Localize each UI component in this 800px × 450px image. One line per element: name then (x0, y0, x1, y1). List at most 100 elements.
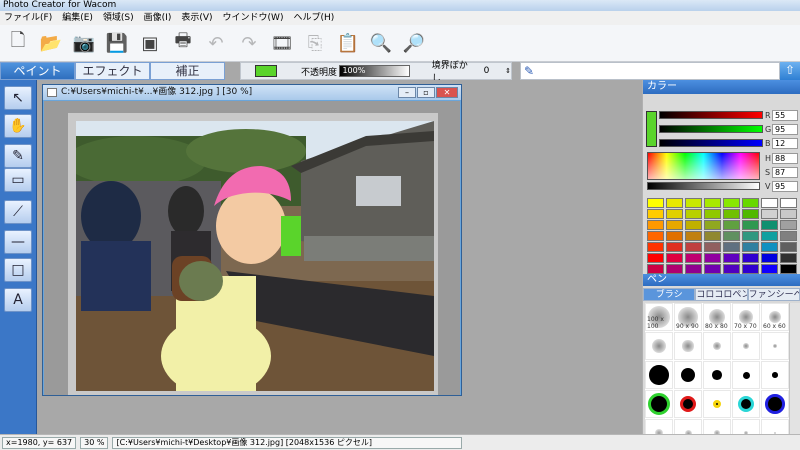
palette-color[interactable] (761, 253, 778, 263)
blue-slider[interactable] (659, 139, 763, 147)
palette-color[interactable] (742, 198, 759, 208)
tab-effect[interactable]: エフェクト (75, 62, 150, 80)
palette-color[interactable] (780, 231, 797, 241)
film-icon[interactable]: 🎞 (270, 31, 294, 55)
palette-color[interactable] (666, 264, 683, 274)
green-slider[interactable] (659, 125, 763, 133)
palette-color[interactable] (742, 264, 759, 274)
palette-color[interactable] (647, 209, 664, 219)
brush-preset[interactable] (703, 390, 731, 418)
palette-color[interactable] (704, 242, 721, 252)
value-value[interactable]: 95 (772, 181, 798, 192)
palette-color[interactable] (780, 209, 797, 219)
opacity-slider[interactable]: 100% (339, 65, 410, 77)
palette-color[interactable] (647, 198, 664, 208)
zoom-out-icon[interactable]: 🔎 (402, 31, 426, 55)
brush-preset[interactable]: 100 x 100 (645, 303, 673, 331)
palette-color[interactable] (647, 231, 664, 241)
menu-window[interactable]: ウインドウ(W) (223, 11, 284, 25)
tab-korokoro-pen[interactable]: コロコロペン (695, 288, 748, 301)
brush-preset[interactable] (761, 361, 789, 389)
palette-color[interactable] (761, 198, 778, 208)
palette-color[interactable] (685, 198, 702, 208)
brush-preset[interactable] (645, 332, 673, 360)
palette-color[interactable] (685, 220, 702, 230)
zoom-in-icon[interactable]: 🔍 (369, 31, 393, 55)
photo-canvas[interactable] (76, 121, 434, 391)
tab-correction[interactable]: 補正 (150, 62, 225, 80)
current-color-swatch[interactable] (255, 65, 277, 77)
brush-preset[interactable] (645, 390, 673, 418)
blur-value[interactable]: 0 (484, 66, 505, 76)
palette-color[interactable] (666, 231, 683, 241)
brush-preset[interactable] (761, 390, 789, 418)
brush-preset[interactable] (732, 332, 760, 360)
camera-icon[interactable]: 📷 (72, 31, 96, 55)
redo-icon[interactable]: ↷ (237, 31, 261, 55)
palette-color[interactable] (704, 253, 721, 263)
palette-color[interactable] (666, 220, 683, 230)
print-icon[interactable]: 🖶 (171, 30, 195, 55)
blur-spinner-icon[interactable]: ⇕ (505, 67, 511, 75)
text-icon[interactable]: A (4, 288, 32, 312)
palette-color[interactable] (780, 242, 797, 252)
brush-preset[interactable] (674, 390, 702, 418)
brush-preset[interactable] (645, 361, 673, 389)
pen-icon[interactable]: ✎ (4, 144, 32, 168)
palette-color[interactable] (761, 231, 778, 241)
palette-color[interactable] (647, 242, 664, 252)
hand-icon[interactable]: ✋ (4, 114, 32, 138)
hue-spectrum[interactable] (647, 152, 760, 180)
palette-color[interactable] (647, 220, 664, 230)
red-value[interactable]: 55 (772, 110, 798, 121)
palette-color[interactable] (704, 209, 721, 219)
palette-color[interactable] (780, 220, 797, 230)
palette-color[interactable] (761, 264, 778, 274)
palette-color[interactable] (647, 264, 664, 274)
palette-color[interactable] (704, 264, 721, 274)
palette-color[interactable] (685, 231, 702, 241)
brightness-bar[interactable] (647, 182, 760, 190)
palette-color[interactable] (647, 253, 664, 263)
palette-color[interactable] (742, 253, 759, 263)
menu-image[interactable]: 画像(I) (144, 11, 172, 25)
red-slider[interactable] (659, 111, 763, 119)
palette-color[interactable] (685, 253, 702, 263)
palette-color[interactable] (780, 198, 797, 208)
palette-color[interactable] (742, 231, 759, 241)
line-icon[interactable]: — (4, 230, 32, 254)
brush-preset[interactable] (732, 390, 760, 418)
palette-color[interactable] (723, 220, 740, 230)
pencil-icon[interactable]: ✎ (524, 64, 538, 78)
brush-preset[interactable] (732, 361, 760, 389)
brush-preset[interactable]: 90 x 90 (674, 303, 702, 331)
document-titlebar[interactable]: C:¥Users¥michi-t¥...¥画像 312.jpg ] [30 %]… (43, 85, 461, 100)
menu-view[interactable]: 表示(V) (181, 11, 212, 25)
brush-preset[interactable]: 80 x 80 (703, 303, 731, 331)
close-button[interactable]: ✕ (436, 87, 458, 98)
eraser-icon[interactable]: ▭ (4, 168, 32, 192)
palette-color[interactable] (704, 220, 721, 230)
palette-color[interactable] (723, 198, 740, 208)
palette-color[interactable] (666, 198, 683, 208)
menu-selection[interactable]: 領域(S) (103, 11, 134, 25)
palette-color[interactable] (666, 253, 683, 263)
select-arrow-icon[interactable]: ↖ (4, 86, 32, 110)
tab-brush[interactable]: ブラシ (643, 288, 696, 301)
palette-color[interactable] (666, 209, 683, 219)
palette-color[interactable] (666, 242, 683, 252)
brush-preset[interactable] (674, 332, 702, 360)
paste-icon[interactable]: 📋 (336, 31, 360, 55)
green-value[interactable]: 95 (772, 124, 798, 135)
brush-preset[interactable] (761, 332, 789, 360)
palette-color[interactable] (723, 209, 740, 219)
tab-paint[interactable]: ペイント (0, 62, 75, 80)
palette-color[interactable] (685, 242, 702, 252)
palette-color[interactable] (723, 242, 740, 252)
save-icon[interactable]: 💾 (105, 31, 129, 55)
brush-preset[interactable] (674, 361, 702, 389)
palette-color[interactable] (723, 264, 740, 274)
saturation-value[interactable]: 87 (772, 167, 798, 178)
palette-color[interactable] (704, 198, 721, 208)
palette-color[interactable] (742, 209, 759, 219)
